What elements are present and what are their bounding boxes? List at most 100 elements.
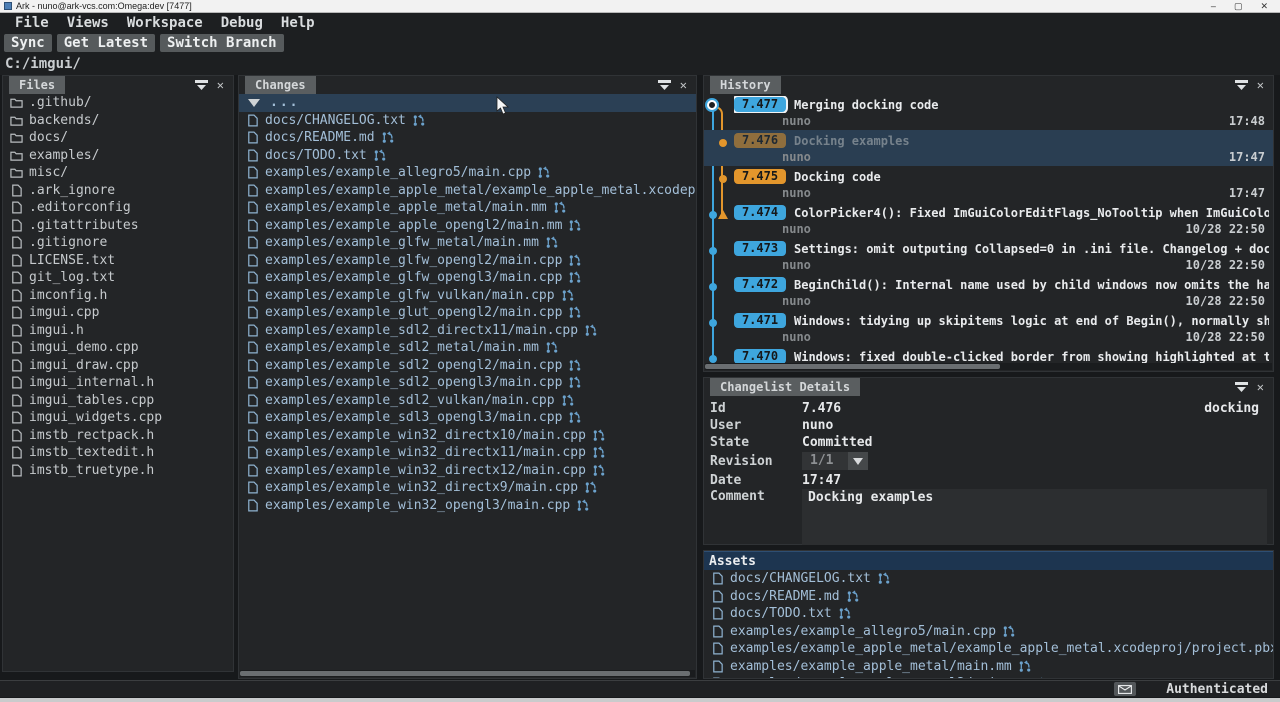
filter-icon[interactable] <box>1235 382 1248 393</box>
file-tree-item[interactable]: .editorconfig <box>3 199 233 217</box>
history-entry[interactable]: 7.472 BeginChild(): Internal name used b… <box>704 274 1273 310</box>
changed-file-row[interactable]: examples/example_glut_opengl2/main.cpp <box>239 304 696 322</box>
file-tree-item[interactable]: imstb_textedit.h <box>3 444 233 462</box>
comment-field[interactable]: Docking examples <box>802 489 1267 545</box>
file-tree-item[interactable]: imgui_internal.h <box>3 374 233 392</box>
filter-icon[interactable] <box>1235 80 1248 91</box>
history-entry[interactable]: 7.470 Windows: fixed double-clicked bord… <box>704 346 1273 363</box>
revision-dropdown-button[interactable] <box>848 452 868 470</box>
changed-file-row[interactable]: examples/example_glfw_metal/main.mm <box>239 234 696 252</box>
changelist-id-badge[interactable]: 7.473 <box>734 241 786 256</box>
history-entry[interactable]: 7.475 Docking code nuno 17:47 <box>704 166 1273 202</box>
tab-changes[interactable]: Changes <box>245 76 316 94</box>
mail-icon[interactable] <box>1114 682 1136 696</box>
changed-file-row[interactable]: docs/CHANGELOG.txt <box>239 112 696 130</box>
file-tree-item[interactable]: imgui_draw.cpp <box>3 357 233 375</box>
changed-file-row[interactable]: docs/README.md <box>239 129 696 147</box>
asset-file-row[interactable]: examples/example_allegro5/main.cpp <box>704 623 1273 641</box>
history-entry[interactable]: 7.476 Docking examples nuno 17:47 <box>704 130 1273 166</box>
menu-item[interactable]: Views <box>58 15 118 31</box>
file-tree-item[interactable]: imgui.cpp <box>3 304 233 322</box>
file-tree-item[interactable]: git_log.txt <box>3 269 233 287</box>
changes-horizontal-scrollbar[interactable] <box>240 670 695 677</box>
changed-file-row[interactable]: examples/example_win32_directx11/main.cp… <box>239 444 696 462</box>
file-tree-item[interactable]: backends/ <box>3 112 233 130</box>
tab-files[interactable]: Files <box>9 76 65 94</box>
changed-file-row[interactable]: examples/example_win32_directx10/main.cp… <box>239 427 696 445</box>
changelist-id-badge[interactable]: 7.472 <box>734 277 786 292</box>
toolbar-button[interactable]: Sync <box>4 34 52 52</box>
changelist-id-badge[interactable]: 7.474 <box>734 205 786 220</box>
scrollbar-thumb[interactable] <box>240 671 690 676</box>
file-tree-item[interactable]: .gitattributes <box>3 217 233 235</box>
asset-file-row[interactable]: docs/README.md <box>704 588 1273 606</box>
file-tree-item[interactable]: imgui_widgets.cpp <box>3 409 233 427</box>
file-tree-item[interactable]: imconfig.h <box>3 287 233 305</box>
menu-item[interactable]: Workspace <box>118 15 212 31</box>
changelist-id-badge[interactable]: 7.471 <box>734 313 786 328</box>
changed-file-row[interactable]: docs/TODO.txt <box>239 147 696 165</box>
changed-file-row[interactable]: examples/example_sdl2_directx11/main.cpp <box>239 322 696 340</box>
changed-file-row[interactable]: examples/example_sdl2_metal/main.mm <box>239 339 696 357</box>
file-tree-item[interactable]: misc/ <box>3 164 233 182</box>
changed-file-row[interactable]: examples/example_glfw_opengl2/main.cpp <box>239 252 696 270</box>
changed-file-row[interactable]: examples/example_win32_directx12/main.cp… <box>239 462 696 480</box>
asset-file-row[interactable]: examples/example_apple_opengl2/main.mm <box>704 675 1273 678</box>
changed-file-row[interactable]: examples/example_sdl2_opengl3/main.cpp <box>239 374 696 392</box>
file-tree-item[interactable]: examples/ <box>3 147 233 165</box>
history-entry[interactable]: 7.473 Settings: omit outputing Collapsed… <box>704 238 1273 274</box>
history-horizontal-scrollbar[interactable] <box>705 363 1272 370</box>
changed-file-row[interactable]: examples/example_allegro5/main.cpp <box>239 164 696 182</box>
changelist-id-badge[interactable]: 7.470 <box>734 349 786 363</box>
changed-file-row[interactable]: examples/example_win32_opengl3/main.cpp <box>239 497 696 515</box>
close-panel-icon[interactable]: ✕ <box>1257 381 1264 393</box>
changes-root-row[interactable]: ... <box>239 94 696 112</box>
maximize-button[interactable]: ▢ <box>1234 1 1243 12</box>
close-button[interactable]: ✕ <box>1260 1 1268 12</box>
menu-item[interactable]: File <box>6 15 58 31</box>
changelist-id-badge[interactable]: 7.476 <box>734 133 786 148</box>
file-tree-item[interactable]: imgui_tables.cpp <box>3 392 233 410</box>
toolbar-button[interactable]: Switch Branch <box>160 34 284 52</box>
file-tree-item[interactable]: .ark_ignore <box>3 182 233 200</box>
file-tree-item[interactable]: LICENSE.txt <box>3 252 233 270</box>
changed-file-row[interactable]: examples/example_sdl2_opengl2/main.cpp <box>239 357 696 375</box>
menu-item[interactable]: Help <box>272 15 324 31</box>
changed-file-row[interactable]: examples/example_sdl3_opengl3/main.cpp <box>239 409 696 427</box>
toolbar-button[interactable]: Get Latest <box>57 34 155 52</box>
menu-item[interactable]: Debug <box>212 15 272 31</box>
asset-file-row[interactable]: examples/example_apple_metal/main.mm <box>704 658 1273 676</box>
close-panel-icon[interactable]: ✕ <box>680 79 687 91</box>
close-panel-icon[interactable]: ✕ <box>1257 79 1264 91</box>
history-entry[interactable]: 7.477 Merging docking code nuno 17:48 <box>704 94 1273 130</box>
close-panel-icon[interactable]: ✕ <box>217 79 224 91</box>
file-tree-item[interactable]: imstb_truetype.h <box>3 462 233 480</box>
file-tree-item[interactable]: .gitignore <box>3 234 233 252</box>
filter-icon[interactable] <box>195 80 208 91</box>
changed-file-row[interactable]: examples/example_glfw_opengl3/main.cpp <box>239 269 696 287</box>
changed-file-row[interactable]: examples/example_glfw_vulkan/main.cpp <box>239 287 696 305</box>
asset-file-row[interactable]: docs/TODO.txt <box>704 605 1273 623</box>
tab-changelist-details[interactable]: Changelist Details <box>710 378 860 396</box>
asset-file-row[interactable]: examples/example_apple_metal/example_app… <box>704 640 1273 658</box>
changelist-id-badge[interactable]: 7.477 <box>734 97 786 112</box>
changed-file-row[interactable]: examples/example_apple_metal/example_app… <box>239 182 696 200</box>
tab-history[interactable]: History <box>710 76 781 94</box>
filter-icon[interactable] <box>658 80 671 91</box>
changed-file-row[interactable]: examples/example_apple_opengl2/main.mm <box>239 217 696 235</box>
changed-file-row[interactable]: examples/example_apple_metal/main.mm <box>239 199 696 217</box>
history-entry[interactable]: 7.471 Windows: tidying up skipitems logi… <box>704 310 1273 346</box>
file-tree-item[interactable]: docs/ <box>3 129 233 147</box>
minimize-button[interactable]: – <box>1211 1 1216 12</box>
expand-triangle-icon[interactable] <box>248 99 260 107</box>
changed-file-row[interactable]: examples/example_win32_directx9/main.cpp <box>239 479 696 497</box>
file-tree-item[interactable]: imgui.h <box>3 322 233 340</box>
file-tree-item[interactable]: imgui_demo.cpp <box>3 339 233 357</box>
file-tree-item[interactable]: imstb_rectpack.h <box>3 427 233 445</box>
changelist-id-badge[interactable]: 7.475 <box>734 169 786 184</box>
file-tree-item[interactable]: .github/ <box>3 94 233 112</box>
scrollbar-thumb[interactable] <box>705 364 1000 369</box>
history-entry[interactable]: 7.474 ColorPicker4(): Fixed ImGuiColorEd… <box>704 202 1273 238</box>
asset-file-row[interactable]: docs/CHANGELOG.txt <box>704 570 1273 588</box>
changed-file-row[interactable]: examples/example_sdl2_vulkan/main.cpp <box>239 392 696 410</box>
